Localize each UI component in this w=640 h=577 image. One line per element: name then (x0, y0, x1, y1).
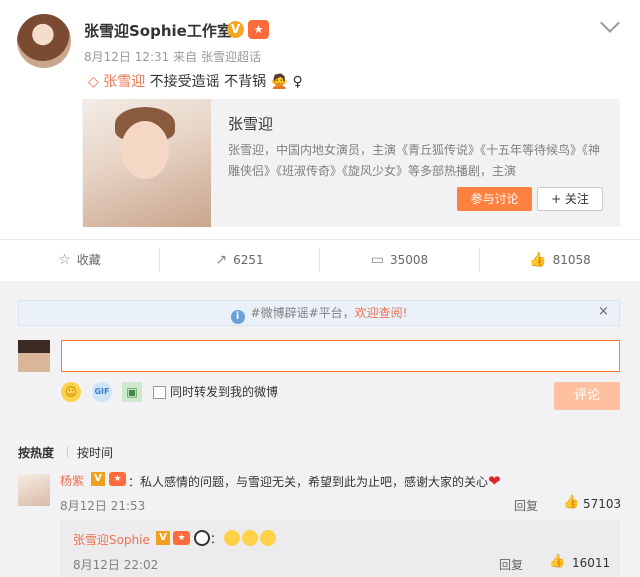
gender-symbol: ♀ (292, 74, 303, 90)
repost-count: 6251 (233, 253, 264, 267)
comment-body: ：私人感情的问题，与雪迎无关，希望到此为止吧，感谢大家的关心 (128, 475, 489, 489)
rumor-notice: i #微博辟谣#平台，欢迎查阅! (18, 300, 620, 326)
medal-icon: ★ (248, 20, 269, 39)
comment-like-count: 57103 (583, 497, 622, 511)
like-count: 81058 (552, 253, 591, 267)
repost-checkbox-label[interactable]: 同时转发到我的微博 (170, 383, 278, 400)
comment-time: 8月12日 21:53 (60, 499, 146, 513)
crying-emoji-icon (242, 530, 259, 546)
topic-icon: ◇ (88, 74, 99, 90)
thumbs-up-icon[interactable]: 👍 (563, 495, 579, 510)
divider (67, 446, 68, 458)
sort-by-hot[interactable]: 按热度 (18, 444, 54, 461)
verified-icon: V (227, 21, 244, 38)
comment-button[interactable]: ▭ 35008 (320, 240, 479, 280)
thumbs-up-icon: 👍 (529, 252, 547, 268)
emoji-picker-icon[interactable]: ☺ (61, 382, 81, 402)
info-icon: i (230, 310, 245, 324)
verified-icon: V (156, 531, 170, 545)
comment-text: ：私人感情的问题，与雪迎无关，希望到此为止吧，感谢大家的关心❤ (128, 472, 501, 490)
reply-author-name[interactable]: 张雪迎Sophie (73, 531, 150, 548)
repost-button[interactable]: ↗ 6251 (160, 240, 319, 280)
medal-icon: ★ (109, 472, 126, 486)
join-discussion-button[interactable]: 参与讨论 (457, 187, 532, 211)
reply-body: ： (210, 532, 223, 546)
verified-icon: V (91, 472, 105, 486)
collect-label: 收藏 (76, 253, 101, 267)
reply-text: ： (194, 530, 277, 547)
reply-button[interactable]: 回复 (514, 497, 538, 514)
submit-comment-button[interactable]: 评论 (554, 382, 620, 410)
card-description: 张雪迎，中国内地女演员，主演《青丘狐传说》《十五年等待候鸟》《神雕侠侣》《班淑传… (228, 143, 601, 178)
reply-button[interactable]: 回复 (499, 556, 523, 573)
card-title[interactable]: 张雪迎 (228, 113, 273, 134)
notice-text: #微博辟谣#平台， (250, 306, 355, 320)
image-upload-icon[interactable]: ▣ (122, 382, 142, 402)
crying-emoji-icon (224, 530, 241, 546)
reply-like-count: 16011 (572, 556, 611, 570)
post-text: ◇ 张雪迎 不接受造谣 不背锅 🙅 ♀ (88, 71, 303, 91)
emoji-icon: 🙅 (270, 74, 289, 90)
post-time[interactable]: 8月12日 12:31 (84, 50, 169, 64)
close-icon[interactable]: × (598, 304, 609, 319)
heart-icon: ❤ (488, 472, 501, 490)
action-bar: ☆ 收藏 ↗ 6251 ▭ 35008 👍 81058 (0, 240, 640, 280)
notice-link[interactable]: 欢迎查阅! (355, 306, 408, 320)
gif-icon[interactable]: GIF (92, 382, 112, 402)
collect-button[interactable]: ☆ 收藏 (0, 240, 159, 280)
comment-input[interactable] (61, 340, 620, 372)
commenter-name[interactable]: 杨紫 (60, 472, 84, 489)
follow-button[interactable]: + 关注 (537, 187, 603, 211)
reply-time: 8月12日 22:02 (73, 558, 159, 572)
author-avatar[interactable] (17, 14, 71, 68)
medal-icon: ★ (173, 531, 190, 545)
card-image[interactable] (83, 99, 211, 227)
post-body: 不接受造谣 不背锅 (149, 74, 267, 90)
panda-icon (194, 530, 210, 546)
comment-icon: ▭ (370, 252, 385, 268)
crying-emoji-icon (260, 530, 277, 546)
topic-link[interactable]: 张雪迎 (103, 74, 145, 90)
commenter-avatar[interactable] (18, 474, 50, 506)
post-meta: 8月12日 12:31 来自 张雪迎超话 (84, 48, 261, 65)
my-avatar[interactable] (18, 340, 50, 372)
sort-by-time[interactable]: 按时间 (77, 444, 113, 461)
author-name[interactable]: 张雪迎Sophie工作室 (84, 20, 232, 41)
post-source[interactable]: 来自 张雪迎超话 (173, 50, 261, 64)
chevron-down-icon[interactable] (600, 13, 620, 33)
like-button[interactable]: 👍 81058 (480, 240, 640, 280)
repost-checkbox[interactable] (153, 386, 166, 399)
share-icon: ↗ (215, 252, 228, 268)
star-icon: ☆ (58, 252, 71, 268)
thumbs-up-icon[interactable]: 👍 (549, 554, 565, 569)
comment-count: 35008 (390, 253, 429, 267)
